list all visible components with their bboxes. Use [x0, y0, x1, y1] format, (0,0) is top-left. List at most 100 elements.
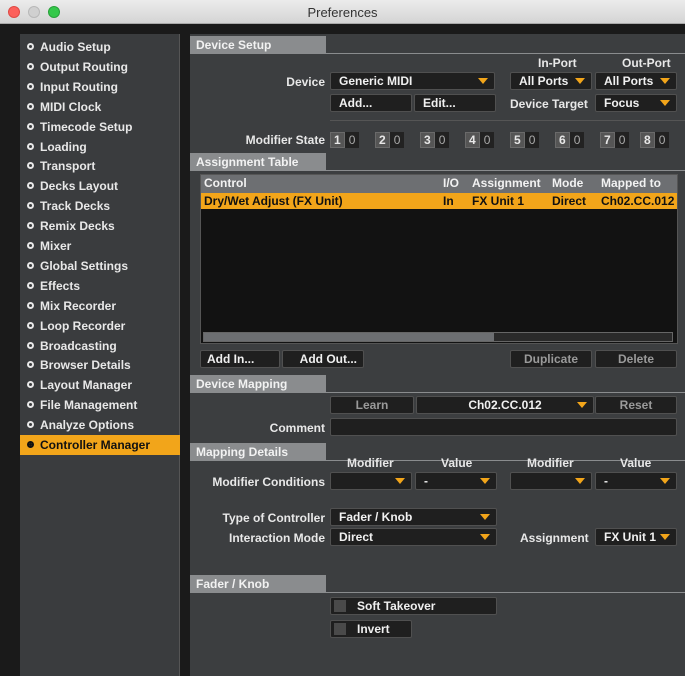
- checkbox-icon: [334, 600, 346, 612]
- sidebar-item-loop-recorder[interactable]: Loop Recorder: [20, 316, 180, 336]
- sidebar-item-label: Layout Manager: [40, 378, 133, 393]
- modifier-state-label: Modifier State: [245, 133, 325, 147]
- add-out-button[interactable]: Add Out...: [282, 350, 364, 368]
- duplicate-button[interactable]: Duplicate: [510, 350, 592, 368]
- edit-device-button[interactable]: Edit...: [414, 94, 496, 112]
- device-select[interactable]: Generic MIDI: [330, 72, 495, 90]
- section-divider: [190, 392, 685, 393]
- modifier-value: 0: [434, 132, 450, 148]
- value-select-1[interactable]: -: [415, 472, 497, 490]
- device-setup-header: Device Setup: [190, 36, 326, 54]
- sidebar-item-file-management[interactable]: File Management: [20, 395, 180, 415]
- sidebar-item-label: Audio Setup: [40, 40, 111, 54]
- invert-toggle[interactable]: Invert: [330, 620, 412, 638]
- type-of-controller-select[interactable]: Fader / Knob: [330, 508, 497, 526]
- assignment-label: Assignment: [520, 531, 589, 545]
- sidebar-item-global-settings[interactable]: Global Settings: [20, 256, 180, 276]
- table-row[interactable]: Dry/Wet Adjust (FX Unit) In FX Unit 1 Di…: [201, 193, 677, 209]
- sidebar-item-broadcasting[interactable]: Broadcasting: [20, 336, 180, 356]
- chevron-down-icon: [575, 478, 585, 484]
- sidebar-item-midi-clock[interactable]: MIDI Clock: [20, 97, 180, 117]
- divider: [330, 120, 685, 121]
- sidebar-item-browser-details[interactable]: Browser Details: [20, 355, 180, 375]
- interaction-mode-value: Direct: [339, 530, 374, 544]
- radio-dot-icon: [27, 421, 34, 429]
- column-header-mapped-to[interactable]: Mapped to: [601, 176, 661, 190]
- reset-button[interactable]: Reset: [595, 396, 677, 414]
- sidebar-item-track-decks[interactable]: Track Decks: [20, 196, 180, 216]
- modifier-value: 0: [654, 132, 670, 148]
- sidebar-item-output-routing[interactable]: Output Routing: [20, 57, 180, 77]
- device-target-select[interactable]: Focus: [595, 94, 677, 112]
- chevron-down-icon: [480, 534, 490, 540]
- modifier-value: 0: [389, 132, 405, 148]
- modifier-value: 0: [569, 132, 585, 148]
- modifier-value: 0: [614, 132, 630, 148]
- in-port-select[interactable]: All Ports: [510, 72, 592, 90]
- sidebar-item-mixer[interactable]: Mixer: [20, 236, 180, 256]
- out-port-select[interactable]: All Ports: [595, 72, 677, 90]
- value-select-2[interactable]: -: [595, 472, 677, 490]
- sidebar-item-decks-layout[interactable]: Decks Layout: [20, 176, 180, 196]
- sidebar-item-label: Broadcasting: [40, 338, 117, 353]
- modifier-number: 1: [330, 132, 345, 148]
- column-header-assignment[interactable]: Assignment: [472, 176, 541, 190]
- sidebar-item-analyze-options[interactable]: Analyze Options: [20, 415, 180, 435]
- delete-button[interactable]: Delete: [595, 350, 677, 368]
- radio-dot-icon: [27, 341, 34, 349]
- chevron-down-icon: [575, 78, 585, 84]
- cell-mode: Direct: [552, 194, 587, 208]
- interaction-mode-select[interactable]: Direct: [330, 528, 497, 546]
- column-header-io[interactable]: I/O: [443, 176, 459, 190]
- sidebar-item-controller-manager[interactable]: Controller Manager: [20, 435, 180, 455]
- chevron-down-icon: [480, 514, 490, 520]
- modifier-select-2[interactable]: [510, 472, 592, 490]
- add-device-button[interactable]: Add...: [330, 94, 412, 112]
- learn-button[interactable]: Learn: [330, 396, 414, 414]
- column-header-mode[interactable]: Mode: [552, 176, 583, 190]
- sidebar-item-audio-setup[interactable]: Audio Setup: [20, 37, 180, 57]
- sidebar-item-remix-decks[interactable]: Remix Decks: [20, 216, 180, 236]
- modifier-value: 0: [344, 132, 360, 148]
- column-header-control[interactable]: Control: [204, 176, 247, 190]
- horizontal-scrollbar[interactable]: [203, 332, 673, 342]
- modifier-8-state: 80: [640, 132, 670, 148]
- modifier-number: 7: [600, 132, 615, 148]
- cell-assignment: FX Unit 1: [472, 194, 525, 208]
- assignment-table[interactable]: Control I/O Assignment Mode Mapped to Dr…: [200, 174, 678, 344]
- preferences-sidebar: Audio Setup Output Routing Input Routing MI…: [20, 34, 180, 676]
- sidebar-item-timecode-setup[interactable]: Timecode Setup: [20, 117, 180, 137]
- modifier-number: 8: [640, 132, 655, 148]
- add-in-button[interactable]: Add In...: [200, 350, 280, 368]
- device-target-label: Device Target: [510, 97, 588, 111]
- radio-dot-icon: [27, 441, 34, 448]
- device-target-value: Focus: [604, 96, 640, 110]
- section-divider: [190, 592, 685, 593]
- mapping-value: Ch02.CC.012: [468, 398, 542, 412]
- modifier-value: 0: [524, 132, 540, 148]
- sidebar-item-effects[interactable]: Effects: [20, 276, 180, 296]
- out-port-label: Out-Port: [622, 56, 671, 70]
- modifier-value: 0: [479, 132, 495, 148]
- sidebar-item-transport[interactable]: Transport: [20, 156, 180, 176]
- soft-takeover-toggle[interactable]: Soft Takeover: [330, 597, 497, 615]
- sidebar-item-label: Decks Layout: [40, 179, 119, 194]
- sidebar-item-mix-recorder[interactable]: Mix Recorder: [20, 296, 180, 316]
- value-select-2-value: -: [604, 474, 608, 488]
- modifier-1-state: 10: [330, 132, 360, 148]
- mapping-select[interactable]: Ch02.CC.012: [416, 396, 594, 414]
- scrollbar-thumb[interactable]: [204, 333, 494, 341]
- sidebar-item-label: MIDI Clock: [40, 99, 102, 114]
- modifier-select-1[interactable]: [330, 472, 412, 490]
- sidebar-item-loading[interactable]: Loading: [20, 137, 180, 157]
- comment-input[interactable]: [330, 418, 677, 436]
- sidebar-item-layout-manager[interactable]: Layout Manager: [20, 375, 180, 395]
- assignment-value: FX Unit 1: [604, 530, 657, 544]
- table-header-row: Control I/O Assignment Mode Mapped to: [201, 175, 677, 193]
- radio-dot-icon: [27, 321, 34, 329]
- radio-dot-icon: [27, 301, 34, 309]
- assignment-select[interactable]: FX Unit 1: [595, 528, 677, 546]
- sidebar-item-input-routing[interactable]: Input Routing: [20, 77, 180, 97]
- radio-dot-icon: [27, 102, 34, 110]
- sidebar-item-label: Transport: [40, 159, 96, 174]
